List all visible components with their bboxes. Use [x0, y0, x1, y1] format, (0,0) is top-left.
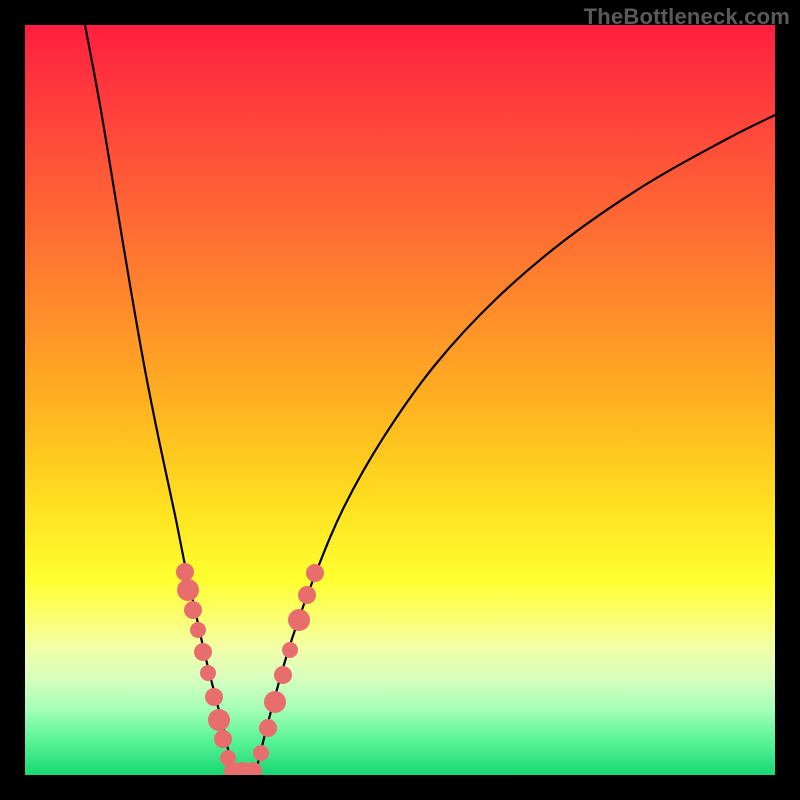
marker-dot [306, 564, 324, 582]
marker-dot [288, 609, 310, 631]
marker-dot [200, 665, 216, 681]
curve-right [255, 115, 775, 775]
watermark-text: TheBottleneck.com [584, 4, 790, 30]
marker-dot [282, 642, 298, 658]
marker-dot [274, 666, 292, 684]
marker-layer [176, 563, 324, 775]
marker-dot [177, 579, 199, 601]
marker-dot [253, 745, 269, 761]
marker-dot [264, 691, 286, 713]
marker-dot [176, 563, 194, 581]
marker-dot [214, 730, 232, 748]
marker-dot [208, 709, 230, 731]
marker-dot [190, 622, 206, 638]
chart-plot-area [25, 25, 775, 775]
marker-dot [184, 601, 202, 619]
marker-dot [194, 643, 212, 661]
marker-dot [259, 719, 277, 737]
marker-dot [298, 586, 316, 604]
curve-left [85, 25, 233, 775]
marker-dot [205, 688, 223, 706]
chart-svg [25, 25, 775, 775]
